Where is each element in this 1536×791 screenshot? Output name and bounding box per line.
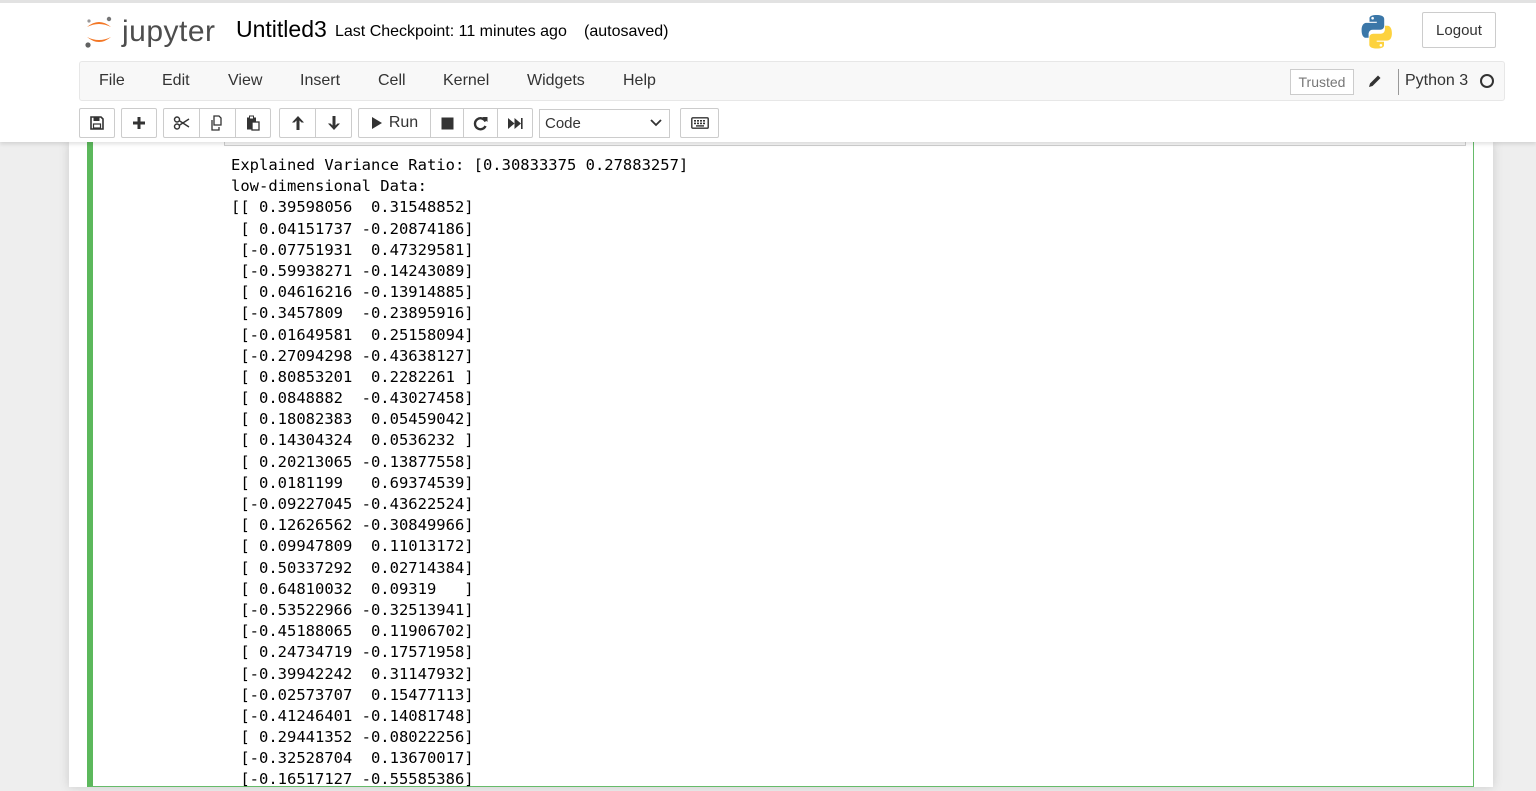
run-button-group: Run — [358, 108, 533, 138]
cell-type-select[interactable]: Code — [539, 109, 670, 138]
pencil-icon[interactable] — [1367, 73, 1383, 89]
arrow-up-icon — [291, 116, 304, 130]
edit-button-group — [163, 108, 271, 138]
output-line: [-0.07751931 0.47329581] — [231, 240, 474, 259]
cell-output: Explained Variance Ratio: [0.30833375 0.… — [231, 155, 688, 791]
trusted-indicator[interactable]: Trusted — [1290, 69, 1354, 95]
restart-button[interactable] — [463, 108, 498, 138]
stop-icon — [441, 117, 453, 129]
cut-button[interactable] — [163, 108, 200, 138]
cell-type-value: Code — [545, 115, 581, 132]
command-palette-button[interactable] — [680, 108, 719, 138]
output-line: [-0.27094298 -0.43638127] — [231, 346, 474, 365]
output-line: [ 0.29441352 -0.08022256] — [231, 728, 474, 747]
kernel-name[interactable]: Python 3 — [1405, 72, 1468, 90]
jupyter-logo-text: jupyter — [122, 15, 216, 48]
output-line: [ 0.80853201 0.2282261 ] — [231, 367, 474, 386]
output-line: Explained Variance Ratio: [0.30833375 0.… — [231, 156, 689, 174]
scissors-icon — [173, 116, 189, 130]
interrupt-button[interactable] — [430, 108, 464, 138]
menu-file[interactable]: File — [99, 72, 125, 90]
menu-edit[interactable]: Edit — [162, 72, 190, 90]
menu-help[interactable]: Help — [623, 72, 656, 90]
restart-run-all-button[interactable] — [497, 108, 533, 138]
move-up-button[interactable] — [279, 108, 316, 138]
run-label: Run — [388, 114, 419, 131]
keyboard-icon — [690, 117, 709, 129]
menu-cell[interactable]: Cell — [378, 72, 406, 90]
output-line: [ 0.20213065 -0.13877558] — [231, 452, 474, 471]
move-button-group — [279, 108, 352, 138]
play-icon — [371, 117, 382, 129]
restart-icon — [473, 116, 488, 130]
output-line: [-0.53522966 -0.32513941] — [231, 600, 474, 619]
output-line: [-0.45188065 0.11906702] — [231, 622, 474, 641]
kernel-idle-icon — [1480, 74, 1494, 88]
output-line: [ 0.0848882 -0.43027458] — [231, 389, 474, 408]
output-line: [ 0.04151737 -0.20874186] — [231, 219, 474, 238]
copy-button[interactable] — [199, 108, 236, 138]
run-button[interactable]: Run — [358, 108, 431, 138]
checkpoint-status: Last Checkpoint: 11 minutes ago — [335, 23, 567, 40]
move-down-button[interactable] — [315, 108, 352, 138]
menu-view[interactable]: View — [228, 72, 262, 90]
insert-cell-button[interactable] — [121, 108, 157, 138]
output-line: [ 0.50337292 0.02714384] — [231, 558, 474, 577]
output-line: [ 0.0181199 0.69374539] — [231, 473, 474, 492]
output-line: [ 0.09947809 0.11013172] — [231, 537, 474, 556]
output-line: [-0.32528704 0.13670017] — [231, 749, 474, 768]
notebook-name[interactable]: Untitled3 — [236, 16, 327, 43]
notebook-top-bar: jupyter Untitled3 Last Checkpoint: 11 mi… — [0, 0, 1536, 142]
jupyter-logo[interactable]: jupyter — [84, 13, 216, 51]
kernel-separator — [1398, 69, 1399, 95]
output-line: [-0.09227045 -0.43622524] — [231, 495, 474, 513]
save-button[interactable] — [79, 108, 115, 138]
autosave-status: (autosaved) — [584, 23, 669, 40]
save-icon — [90, 116, 104, 130]
output-line: low-dimensional Data: — [231, 177, 427, 196]
output-line: [ 0.04616216 -0.13914885] — [231, 283, 474, 302]
fast-forward-icon — [508, 117, 523, 129]
output-line: [ 0.18082383 0.05459042] — [231, 410, 474, 429]
output-line: [ 0.14304324 0.0536232 ] — [231, 431, 474, 450]
output-line: [-0.59938271 -0.14243089] — [231, 261, 474, 280]
plus-icon — [133, 117, 145, 129]
output-line: [[ 0.39598056 0.31548852] — [231, 198, 474, 217]
header: jupyter Untitled3 Last Checkpoint: 11 mi… — [0, 3, 1536, 61]
output-line: [-0.02573707 0.15477113] — [231, 685, 474, 704]
copy-icon — [210, 115, 222, 131]
menu-kernel[interactable]: Kernel — [443, 72, 489, 90]
output-line: [-0.3457809 -0.23895916] — [231, 304, 474, 323]
output-line: [ 0.24734719 -0.17571958] — [231, 643, 474, 662]
output-line: [-0.01649581 0.25158094] — [231, 325, 474, 344]
output-line: [-0.41246401 -0.14081748] — [231, 706, 474, 725]
output-line: [ 0.64810032 0.09319 ] — [231, 579, 474, 598]
paste-icon — [247, 115, 260, 131]
paste-button[interactable] — [235, 108, 271, 138]
menu-insert[interactable]: Insert — [300, 72, 340, 90]
output-line: [-0.39942242 0.31147932] — [231, 664, 474, 683]
menu-widgets[interactable]: Widgets — [527, 72, 585, 90]
output-line: [-0.16517127 -0.55585386] — [231, 770, 474, 789]
jupyter-logo-icon — [85, 16, 112, 48]
logout-button[interactable]: Logout — [1422, 12, 1496, 48]
arrow-down-icon — [327, 116, 340, 130]
python-logo-icon — [1361, 15, 1392, 49]
chevron-down-icon — [650, 119, 662, 127]
output-line: [ 0.12626562 -0.30849966] — [231, 516, 474, 535]
